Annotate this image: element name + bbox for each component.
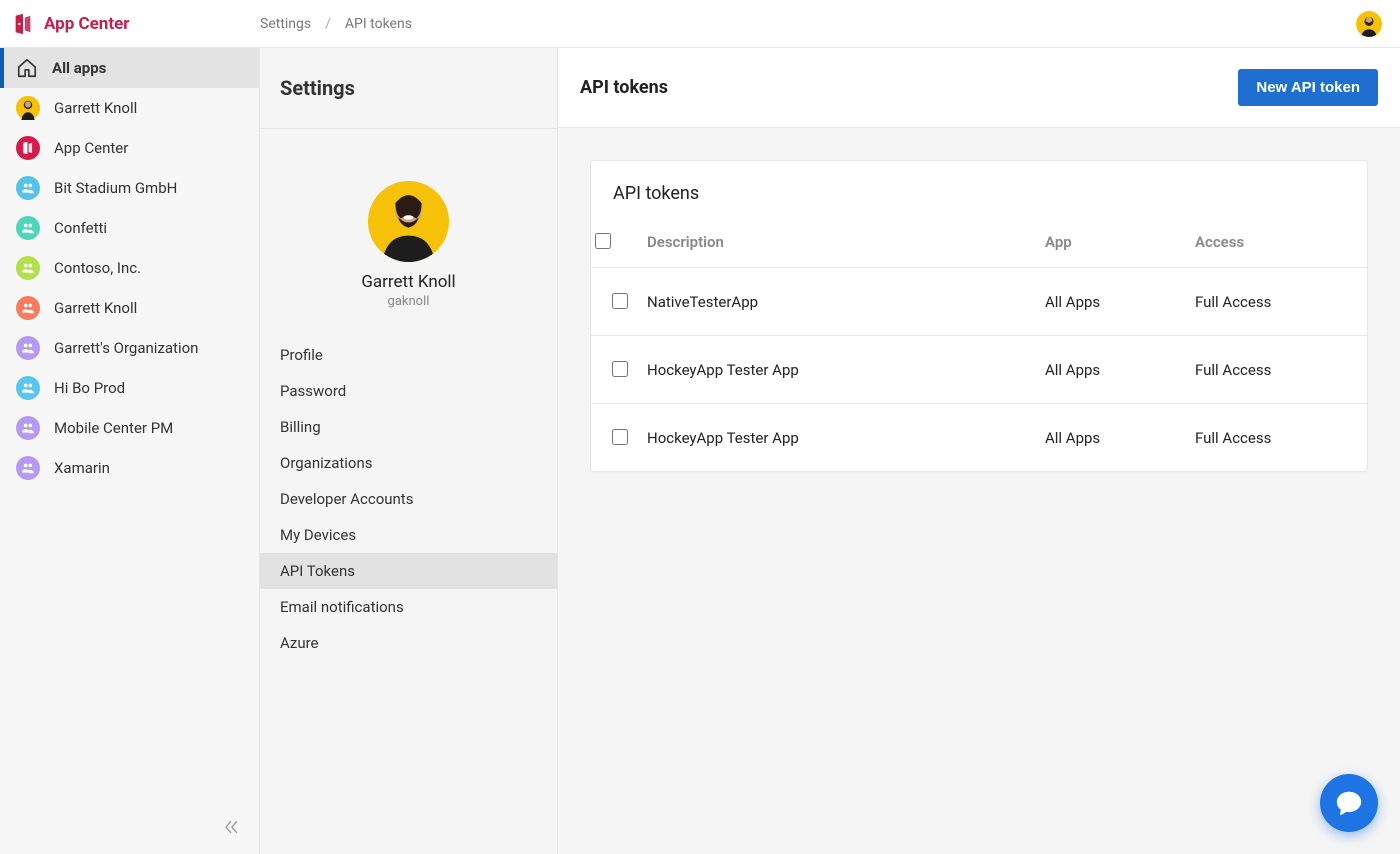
sidebar-item-label: Bit Stadium GmbH <box>54 179 177 197</box>
page-title: API tokens <box>580 77 668 98</box>
org-icon <box>16 416 40 440</box>
api-tokens-card: API tokens Description App Access Native… <box>590 160 1368 472</box>
main: API tokens New API token API tokens Desc… <box>558 48 1400 854</box>
content: API tokens Description App Access Native… <box>558 128 1400 504</box>
chat-button[interactable] <box>1320 774 1378 832</box>
app-icon <box>16 136 40 160</box>
profile-username: gaknoll <box>388 294 430 309</box>
sidebar-item-label: Xamarin <box>54 459 110 477</box>
sidebar-item-label: Garrett's Organization <box>54 339 198 357</box>
col-description: Description <box>647 216 1045 268</box>
settings-title: Settings <box>280 76 355 100</box>
select-all-checkbox[interactable] <box>595 233 611 249</box>
table-row[interactable]: HockeyApp Tester AppAll AppsFull Access <box>591 336 1367 404</box>
card-title: API tokens <box>591 161 1367 216</box>
user-avatar-icon <box>16 96 40 120</box>
sidebar-item-label: Mobile Center PM <box>54 419 173 437</box>
sidebar-item[interactable]: Garrett Knoll <box>0 288 259 328</box>
sidebar-item[interactable]: Mobile Center PM <box>0 408 259 448</box>
settings-nav-item[interactable]: Email notifications <box>260 589 557 625</box>
settings-panel: Settings Garrett Knoll gaknoll ProfilePa… <box>260 48 558 854</box>
sidebar-item[interactable]: Hi Bo Prod <box>0 368 259 408</box>
col-select <box>591 216 647 268</box>
table-row[interactable]: HockeyApp Tester AppAll AppsFull Access <box>591 404 1367 472</box>
sidebar-item-label: Confetti <box>54 219 107 237</box>
cell-description: HockeyApp Tester App <box>647 336 1045 404</box>
sidebar-list: All apps <box>0 48 259 88</box>
cell-access: Full Access <box>1195 268 1367 336</box>
cell-access: Full Access <box>1195 404 1367 472</box>
org-icon <box>16 376 40 400</box>
sidebar-item[interactable]: Bit Stadium GmbH <box>0 168 259 208</box>
profile-name: Garrett Knoll <box>361 272 455 292</box>
cell-app: All Apps <box>1045 336 1195 404</box>
row-checkbox[interactable] <box>612 293 628 309</box>
settings-header: Settings <box>260 48 557 129</box>
settings-nav-item[interactable]: Profile <box>260 337 557 373</box>
home-icon <box>16 57 38 79</box>
main-header: API tokens New API token <box>558 48 1400 128</box>
sidebar-item-label: Garrett Knoll <box>54 299 137 317</box>
chat-icon <box>1334 788 1364 818</box>
sidebar-item[interactable]: Confetti <box>0 208 259 248</box>
settings-nav-item[interactable]: Azure <box>260 625 557 661</box>
breadcrumb-separator: / <box>325 16 331 32</box>
sidebar-collapse-button[interactable] <box>217 813 245 844</box>
settings-nav-item[interactable]: Organizations <box>260 445 557 481</box>
org-icon <box>16 456 40 480</box>
sidebar-item-label: App Center <box>54 139 128 157</box>
settings-nav-item[interactable]: API Tokens <box>260 553 557 589</box>
col-app: App <box>1045 216 1195 268</box>
row-checkbox[interactable] <box>612 361 628 377</box>
cell-access: Full Access <box>1195 336 1367 404</box>
settings-nav: ProfilePasswordBillingOrganizationsDevel… <box>260 337 557 661</box>
org-icon <box>16 296 40 320</box>
avatar-icon <box>368 181 449 262</box>
cell-app: All Apps <box>1045 268 1195 336</box>
col-access: Access <box>1195 216 1367 268</box>
profile-avatar[interactable] <box>368 181 449 262</box>
sidebar-footer <box>0 803 259 854</box>
sidebar-item[interactable]: Garrett's Organization <box>0 328 259 368</box>
sidebar-item-label: Contoso, Inc. <box>54 259 141 277</box>
settings-nav-item[interactable]: Developer Accounts <box>260 481 557 517</box>
sidebar-org-list: Garrett Knoll App Center Bit Stadium GmbH C… <box>0 88 259 488</box>
sidebar-item-label: All apps <box>52 59 106 77</box>
sidebar-item-all-apps[interactable]: All apps <box>0 48 259 88</box>
sidebar-item[interactable]: Xamarin <box>0 448 259 488</box>
breadcrumb-root[interactable]: Settings <box>260 16 311 32</box>
sidebar-item-label: Garrett Knoll <box>54 99 137 117</box>
sidebar-item[interactable]: Contoso, Inc. <box>0 248 259 288</box>
sidebar-item-label: Hi Bo Prod <box>54 379 125 397</box>
user-avatar[interactable] <box>1356 11 1382 37</box>
table-row[interactable]: NativeTesterAppAll AppsFull Access <box>591 268 1367 336</box>
org-icon <box>16 336 40 360</box>
sidebar-item[interactable]: App Center <box>0 128 259 168</box>
new-api-token-button[interactable]: New API token <box>1238 69 1378 106</box>
org-icon <box>16 176 40 200</box>
brand-name: App Center <box>44 14 130 34</box>
tokens-table: Description App Access NativeTesterAppAl… <box>591 216 1367 471</box>
cell-app: All Apps <box>1045 404 1195 472</box>
avatar-icon <box>1356 11 1382 37</box>
sidebar-item[interactable]: Garrett Knoll <box>0 88 259 128</box>
settings-nav-item[interactable]: Billing <box>260 409 557 445</box>
brand-block[interactable]: App Center <box>12 13 260 35</box>
settings-nav-item[interactable]: My Devices <box>260 517 557 553</box>
breadcrumb-current: API tokens <box>345 16 412 32</box>
cell-description: NativeTesterApp <box>647 268 1045 336</box>
topbar: App Center Settings / API tokens <box>0 0 1400 48</box>
org-icon <box>16 256 40 280</box>
row-checkbox[interactable] <box>612 429 628 445</box>
settings-nav-item[interactable]: Password <box>260 373 557 409</box>
sidebar: All apps Garrett Knoll App Center Bit Stad… <box>0 48 260 854</box>
app-center-logo-icon <box>12 13 34 35</box>
cell-description: HockeyApp Tester App <box>647 404 1045 472</box>
profile-block: Garrett Knoll gaknoll <box>260 129 557 337</box>
org-icon <box>16 216 40 240</box>
table-header-row: Description App Access <box>591 216 1367 268</box>
breadcrumb: Settings / API tokens <box>260 16 412 32</box>
chevrons-left-icon <box>221 817 241 837</box>
